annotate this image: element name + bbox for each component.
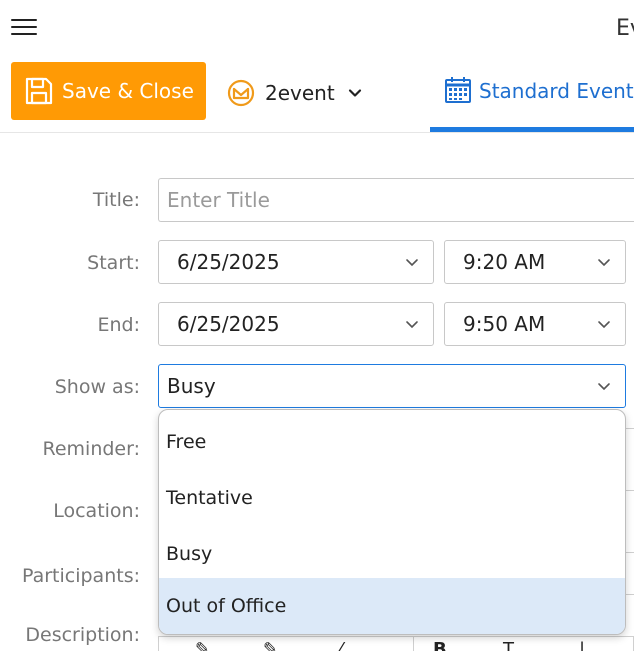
save-and-close-label: Save & Close <box>62 79 194 103</box>
envelope-icon <box>226 78 256 108</box>
window-title: Ev <box>616 16 634 41</box>
toolbar-separator <box>413 637 414 651</box>
account-label: 2event <box>265 81 335 105</box>
clear-format-icon[interactable]: ⁄ <box>339 639 342 651</box>
show-as-label: Show as: <box>54 376 140 398</box>
option-tentative[interactable]: Tentative <box>159 470 625 526</box>
chevron-down-icon <box>597 317 611 331</box>
location-field-edge <box>626 490 634 551</box>
description-editor-toolbar: ✎ ✎ ⁄ B T | <box>158 636 634 651</box>
toolbar-divider <box>0 132 634 133</box>
highlighter-icon[interactable]: ✎ <box>263 639 278 651</box>
title-label: Title: <box>92 189 140 211</box>
tab-standard-event[interactable]: Standard Event <box>430 62 634 132</box>
chevron-down-icon <box>597 379 611 393</box>
option-out-of-office[interactable]: Out of Office <box>159 578 625 634</box>
chevron-down-icon <box>347 85 363 101</box>
participants-field-edge-2 <box>626 594 634 625</box>
start-date-value: 6/25/2025 <box>177 250 280 274</box>
end-time-picker[interactable]: 9:50 AM <box>444 302 626 346</box>
location-label: Location: <box>53 500 140 522</box>
participants-field-edge <box>626 552 634 593</box>
show-as-dropdown: Free Tentative Busy Out of Office <box>158 409 626 635</box>
bold-icon[interactable]: B <box>433 639 447 651</box>
start-label: Start: <box>87 252 140 274</box>
text-format-icon[interactable]: T <box>503 639 514 651</box>
start-date-picker[interactable]: 6/25/2025 <box>158 240 434 284</box>
start-time-picker[interactable]: 9:20 AM <box>444 240 626 284</box>
reminder-field-edge <box>626 428 634 489</box>
title-placeholder: Enter Title <box>167 188 270 212</box>
underline-icon[interactable]: | <box>579 639 585 651</box>
end-time-value: 9:50 AM <box>463 312 546 336</box>
chevron-down-icon <box>597 255 611 269</box>
calendar-icon <box>444 76 472 104</box>
account-selector[interactable]: 2event <box>226 77 363 109</box>
end-date-value: 6/25/2025 <box>177 312 280 336</box>
option-free[interactable]: Free <box>159 414 625 470</box>
floppy-disk-icon <box>24 76 54 106</box>
save-and-close-button[interactable]: Save & Close <box>11 62 206 120</box>
tab-standard-event-label: Standard Event <box>479 79 634 103</box>
show-as-select[interactable]: Busy <box>158 364 626 408</box>
pen-icon[interactable]: ✎ <box>195 639 210 651</box>
hamburger-menu-icon[interactable] <box>11 17 37 37</box>
description-label: Description: <box>25 624 140 646</box>
chevron-down-icon <box>405 255 419 269</box>
chevron-down-icon <box>405 317 419 331</box>
option-busy[interactable]: Busy <box>159 526 625 582</box>
reminder-label: Reminder: <box>42 438 141 460</box>
participants-label: Participants: <box>21 565 140 587</box>
end-date-picker[interactable]: 6/25/2025 <box>158 302 434 346</box>
start-time-value: 9:20 AM <box>463 250 546 274</box>
end-label: End: <box>97 314 140 336</box>
title-input[interactable]: Enter Title <box>158 178 634 222</box>
show-as-value: Busy <box>167 374 216 398</box>
